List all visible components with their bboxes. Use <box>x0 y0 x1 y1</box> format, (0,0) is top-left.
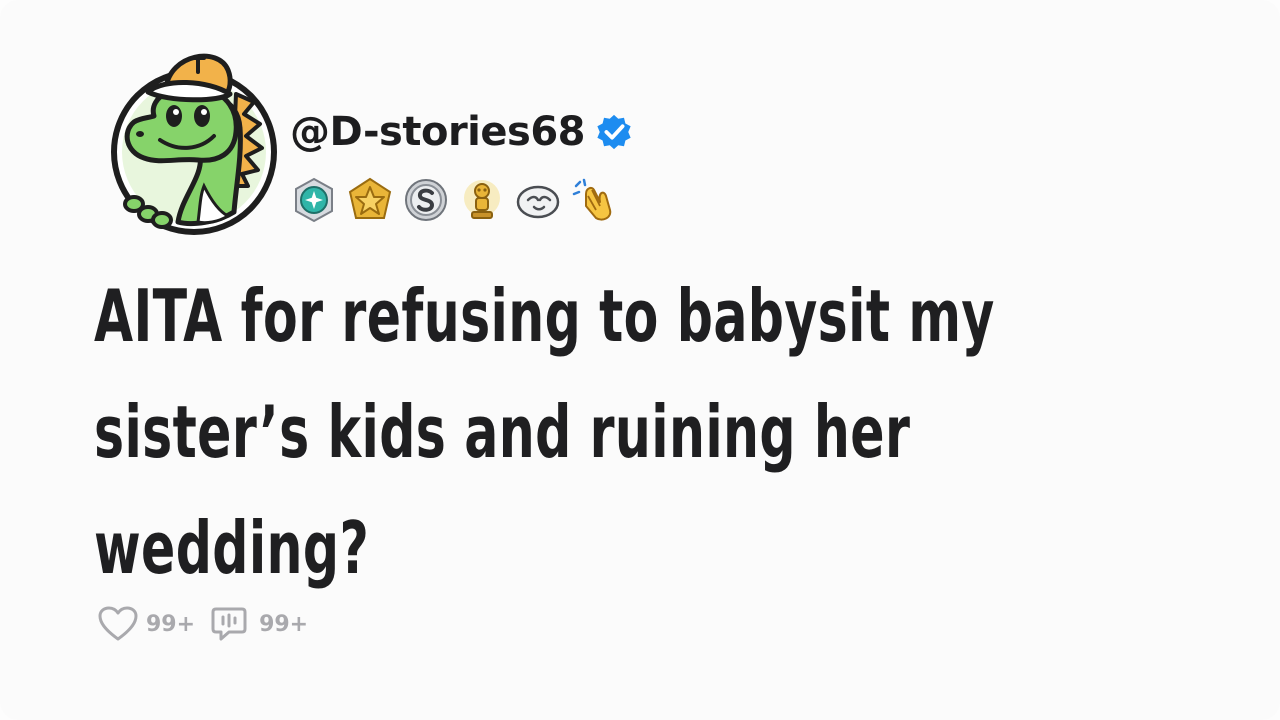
diamond-badge-icon[interactable] <box>290 176 338 224</box>
seal-badge-icon[interactable] <box>514 176 562 224</box>
post-card-page: @D-stories68 AITA for refusing to babysi… <box>0 0 1280 720</box>
star-badge-icon[interactable] <box>346 176 394 224</box>
trophy-badge-icon[interactable] <box>458 176 506 224</box>
comment-stat[interactable]: 99+ <box>211 605 308 643</box>
dinosaur-avatar[interactable] <box>108 36 284 236</box>
like-stat[interactable]: 99+ <box>98 606 195 642</box>
like-count: 99+ <box>146 611 196 637</box>
heart-icon[interactable] <box>98 606 138 642</box>
comment-icon[interactable] <box>211 605 251 643</box>
username[interactable]: @D-stories68 <box>290 109 586 155</box>
author-row: @D-stories68 <box>290 108 633 156</box>
achievement-badges <box>290 174 618 226</box>
clap-hands-icon[interactable] <box>570 176 618 224</box>
post-title[interactable]: AITA for refusing to babysit my sister’s… <box>94 258 1124 606</box>
post-stats: 99+ 99+ <box>98 604 316 644</box>
comment-count: 99+ <box>259 611 309 637</box>
verified-check-icon <box>597 114 631 150</box>
s-badge-icon[interactable] <box>402 176 450 224</box>
